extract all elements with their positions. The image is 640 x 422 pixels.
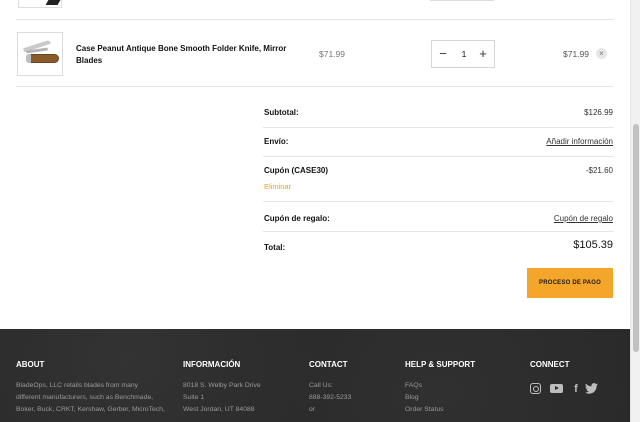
footer-heading-help: HELP & SUPPORT <box>405 360 476 369</box>
footer-heading-connect: CONNECT <box>530 360 570 369</box>
grand-total-row: Total: $105.39 <box>263 232 614 260</box>
quantity-stepper: − 1 + <box>431 40 495 68</box>
product-thumbnail[interactable] <box>17 32 63 76</box>
instagram-icon[interactable] <box>530 383 541 394</box>
add-shipping-info-link[interactable]: Añadir información <box>546 137 613 146</box>
footer-heading-contact: CONTACT <box>309 360 348 369</box>
quantity-value[interactable]: 1 <box>454 49 474 59</box>
footer-heading-info: INFORMACIÓN <box>183 360 241 369</box>
footer-heading-about: ABOUT <box>16 360 45 369</box>
footer-link-order-status[interactable]: Order Status <box>405 406 444 413</box>
coupon-discount-value: -$21.60 <box>585 166 613 175</box>
remove-item-button[interactable]: × <box>596 48 607 59</box>
footer-phone-link[interactable]: 888-392-5233 <box>309 394 351 401</box>
shipping-label: Envío: <box>264 137 289 146</box>
product-thumbnail[interactable] <box>18 0 62 8</box>
line-total: $71.99 <box>563 49 589 59</box>
shipping-row: Envío: Añadir información <box>263 128 614 157</box>
subtotal-row: Subtotal: $126.99 <box>263 99 614 128</box>
coupon-row: Cupón (CASE30) -$21.60 Eliminar <box>263 157 614 202</box>
page-scrollbar[interactable] <box>630 0 640 422</box>
previous-cart-row <box>16 0 614 20</box>
remove-coupon-link[interactable]: Eliminar <box>264 182 291 191</box>
footer-contact-line: or <box>309 406 316 413</box>
product-title[interactable]: Case Peanut Antique Bone Smooth Folder K… <box>76 43 296 67</box>
subtotal-value: $126.99 <box>584 108 613 117</box>
cart-totals: Subtotal: $126.99 Envío: Añadir informac… <box>263 99 614 260</box>
footer-contact-line: Call Us: <box>309 382 333 389</box>
footer-link-blog[interactable]: Blog <box>405 394 419 401</box>
gift-coupon-label: Cupón de regalo: <box>264 214 330 223</box>
footer-about-text: different manufacturers, such as Benchma… <box>16 394 154 401</box>
footer-about-text: BladeOps, LLC retails blades from many <box>16 382 139 389</box>
twitter-icon[interactable] <box>584 383 598 395</box>
cart-row: Case Peanut Antique Bone Smooth Folder K… <box>16 21 614 87</box>
footer-address-line: Suite 1 <box>183 394 205 401</box>
knife-bolster-graphic <box>26 54 31 63</box>
youtube-icon[interactable] <box>550 384 563 393</box>
facebook-icon[interactable]: f <box>570 383 582 395</box>
decrease-quantity-button[interactable]: − <box>436 47 450 61</box>
quantity-stepper[interactable] <box>430 0 494 1</box>
unit-price: $71.99 <box>319 49 345 59</box>
increase-quantity-button[interactable]: + <box>476 47 490 61</box>
footer-address-line: West Jordan, UT 84088 <box>183 406 255 413</box>
cart-page: Case Peanut Antique Bone Smooth Folder K… <box>0 0 630 422</box>
footer-address-line: 8018 S. Welby Park Drive <box>183 382 261 389</box>
site-footer: ABOUT BladeOps, LLC retails blades from … <box>0 329 630 422</box>
footer-about-text: Boker, Buck, CRKT, Kershaw, Gerber, Micr… <box>16 406 165 413</box>
grand-total-value: $105.39 <box>573 239 613 251</box>
grand-total-label: Total: <box>264 243 286 252</box>
checkout-button[interactable]: PROCESO DE PAGO <box>527 268 613 298</box>
gift-coupon-row: Cupón de regalo: Cupón de regalo <box>263 202 614 232</box>
footer-link-faqs[interactable]: FAQs <box>405 382 422 389</box>
gift-coupon-link[interactable]: Cupón de regalo <box>554 214 613 223</box>
scrollbar-thumb[interactable] <box>633 124 639 352</box>
subtotal-label: Subtotal: <box>264 108 299 117</box>
coupon-label: Cupón (CASE30) <box>264 166 328 175</box>
